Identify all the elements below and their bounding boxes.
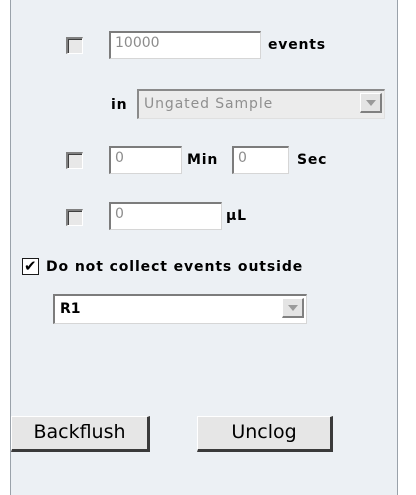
collect-outside-checkbox[interactable]: ✔ — [22, 257, 39, 275]
region-select[interactable]: R1 — [53, 294, 307, 324]
gate-select[interactable]: Ungated Sample — [137, 89, 385, 119]
chevron-down-icon — [366, 100, 376, 106]
time-limit-checkbox[interactable] — [66, 152, 83, 169]
backflush-button[interactable]: Backflush — [11, 416, 150, 452]
acquisition-stop-panel: 10000 events in Ungated Sample 0 Min 0 S… — [10, 0, 398, 495]
volume-limit-checkbox[interactable] — [66, 209, 83, 226]
unclog-button[interactable]: Unclog — [197, 416, 333, 452]
gate-select-value: Ungated Sample — [144, 96, 274, 112]
checkmark-icon: ✔ — [24, 257, 37, 275]
events-count-input[interactable]: 10000 — [109, 31, 261, 59]
gate-select-dropdown-button[interactable] — [360, 93, 382, 113]
in-label: in — [111, 97, 128, 113]
volume-input[interactable]: 0 — [109, 202, 222, 230]
events-label: events — [268, 37, 326, 53]
seconds-input[interactable]: 0 — [232, 146, 289, 174]
min-label: Min — [187, 152, 219, 168]
region-select-dropdown-button[interactable] — [282, 298, 304, 318]
volume-unit-label: µL — [226, 208, 247, 224]
events-limit-checkbox[interactable] — [66, 37, 83, 54]
chevron-down-icon — [288, 305, 298, 311]
sec-label: Sec — [297, 152, 328, 168]
collect-outside-label: Do not collect events outside — [46, 259, 304, 275]
minutes-input[interactable]: 0 — [109, 146, 182, 174]
region-select-value: R1 — [60, 301, 81, 317]
